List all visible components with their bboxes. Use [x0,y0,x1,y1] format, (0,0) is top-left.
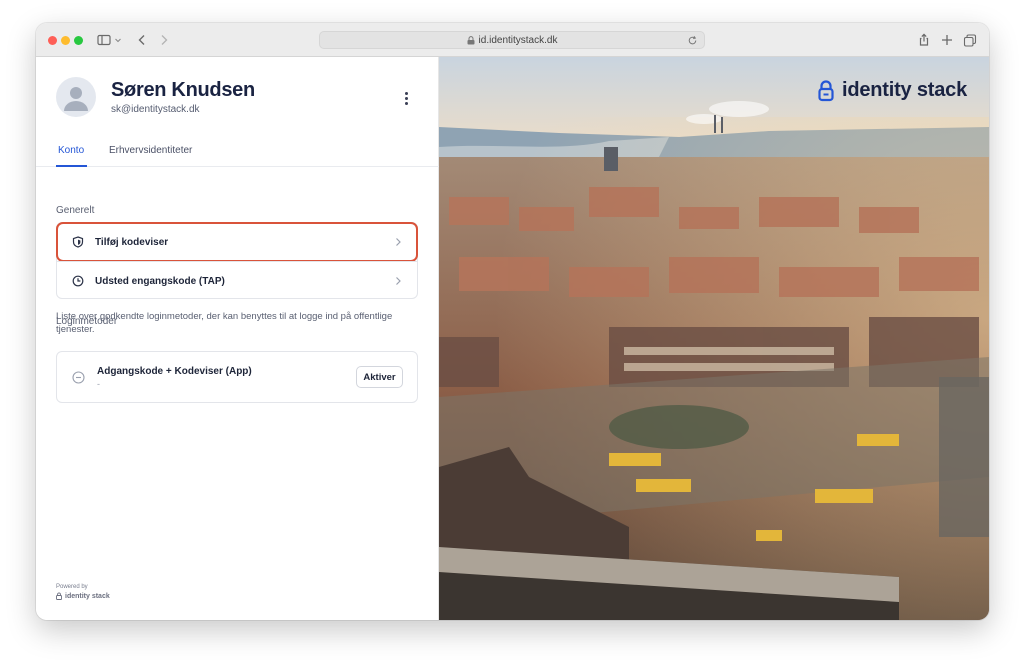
login-method-label: Adgangskode + Kodeviser (App) [97,366,252,377]
active-tab-indicator [56,165,87,167]
shield-icon [72,236,84,248]
lock-icon [56,592,62,600]
issue-tap-label: Udsted engangskode (TAP) [95,275,225,287]
forward-icon[interactable] [156,32,172,48]
tab-erhvervsidentiteter[interactable]: Erhvervsidentiteter [109,145,192,156]
new-tab-icon[interactable] [939,32,955,48]
minus-circle-icon [72,371,85,384]
footer-brand-text: identity stack [65,592,110,600]
user-name: Søren Knudsen [111,79,255,101]
city-aerial-photo: identity stack [439,57,989,620]
account-panel: Søren Knudsen sk@identitystack.dk Konto … [36,57,439,620]
add-code-display-label: Tilføj kodeviser [95,236,169,248]
identity-stack-logo: identity stack [818,79,967,102]
avatar [56,77,96,117]
login-method-status: - [97,379,100,389]
back-icon[interactable] [134,32,150,48]
login-methods-description: Liste over godkendte loginmetoder, der k… [56,311,393,335]
add-code-display-button[interactable]: Tilføj kodeviser [56,222,418,262]
chevron-down-icon[interactable] [114,32,122,48]
url-text: id.identitystack.dk [478,34,558,46]
account-tabs: Konto Erhvervsidentiteter [36,139,439,167]
browser-toolbar: id.identitystack.dk [36,23,989,57]
chevron-right-icon [396,238,401,246]
chevron-right-icon [396,277,401,285]
activate-button[interactable]: Aktiver [356,366,403,388]
lock-icon [467,35,475,44]
footer-brand: identity stack [56,592,110,600]
user-email: sk@identitystack.dk [111,104,200,115]
login-method-card: Adgangskode + Kodeviser (App) - Aktiver [56,351,418,403]
address-bar[interactable]: id.identitystack.dk [319,31,705,49]
browser-window: id.identitystack.dk Søren Knudsen sk@ide… [36,23,989,620]
reload-icon[interactable] [687,35,698,46]
close-window-button[interactable] [48,36,57,45]
tab-overview-icon[interactable] [962,32,978,48]
general-actions-card: Tilføj kodeviser Udsted engangskode (TAP… [56,222,418,299]
lock-icon [818,79,834,101]
clock-icon [72,275,84,287]
maximize-window-button[interactable] [74,36,83,45]
share-icon[interactable] [916,32,932,48]
more-options-icon[interactable] [399,90,413,106]
tab-konto[interactable]: Konto [58,145,84,156]
section-heading-general: Generelt [56,205,95,216]
sidebar-toggle-icon[interactable] [96,32,112,48]
powered-by-label: Powered by [56,584,88,590]
issue-tap-button[interactable]: Udsted engangskode (TAP) [57,262,417,300]
brand-text: identity stack [841,79,967,101]
minimize-window-button[interactable] [61,36,70,45]
